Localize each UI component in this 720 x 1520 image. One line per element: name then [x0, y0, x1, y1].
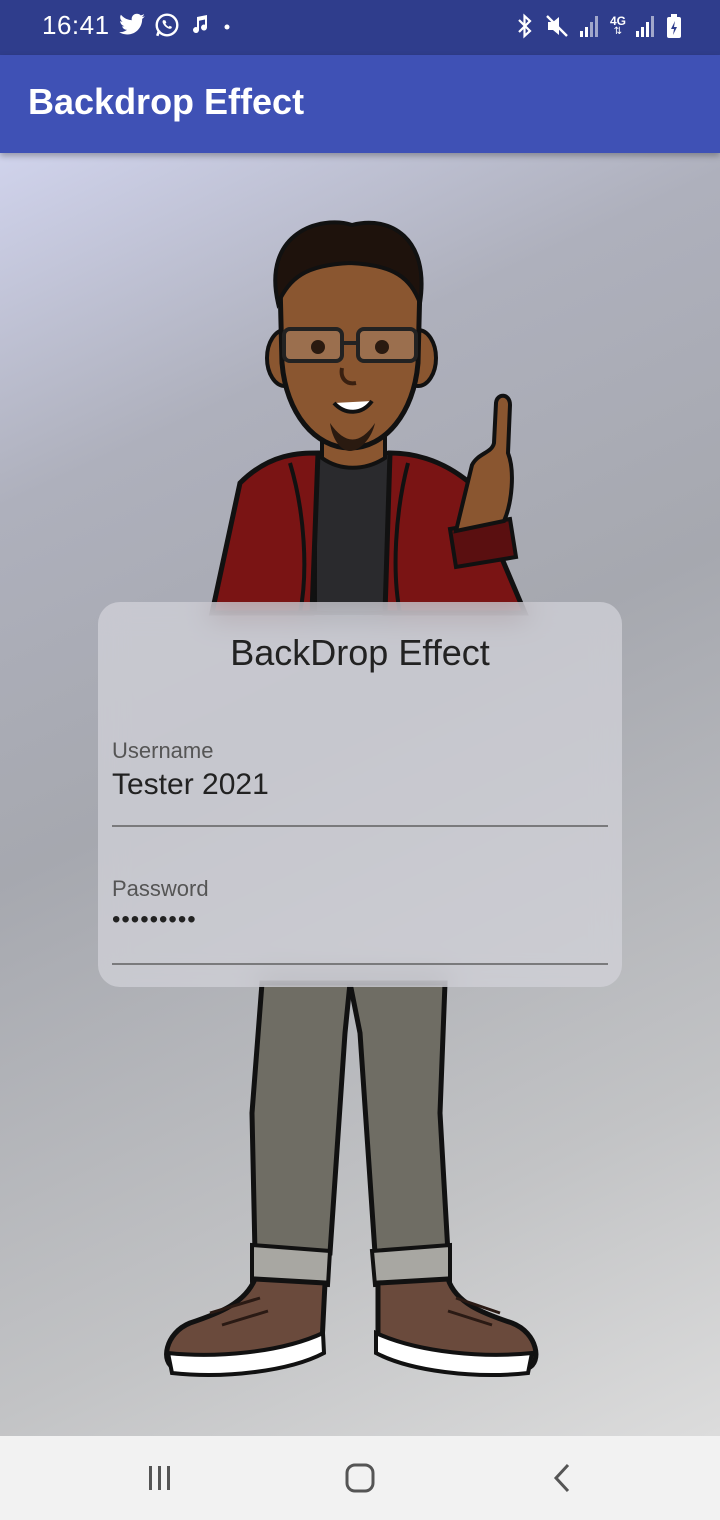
password-underline	[112, 963, 608, 965]
username-input[interactable]: Tester 2021	[112, 768, 269, 802]
password-label: Password	[112, 876, 209, 901]
password-input[interactable]: •••••••••	[112, 906, 197, 934]
status-bar: 16:41 4G ⇅	[0, 0, 720, 55]
username-underline	[112, 825, 608, 827]
content-area: BackDrop Effect Username Tester 2021 Pas…	[0, 153, 720, 1436]
bluetooth-icon	[518, 13, 532, 39]
music-icon	[193, 15, 208, 34]
network-type-icon: 4G ⇅	[610, 15, 626, 37]
login-card: BackDrop Effect Username Tester 2021 Pas…	[98, 602, 622, 987]
status-right-icons: 4G ⇅	[515, 13, 682, 39]
card-title: BackDrop Effect	[230, 632, 490, 673]
app-title: Backdrop Effect	[28, 81, 305, 122]
recent-apps-button[interactable]	[130, 1458, 190, 1498]
twitter-icon	[119, 13, 145, 35]
navigation-bar	[0, 1436, 720, 1520]
dot-icon	[224, 24, 230, 30]
status-time: 16:41	[42, 10, 110, 40]
signal-icon	[636, 16, 654, 37]
data-arrows-icon: ⇅	[613, 26, 623, 37]
home-icon	[345, 1463, 375, 1493]
signal-icon	[579, 16, 598, 37]
whatsapp-icon	[155, 13, 179, 37]
app-bar: Backdrop Effect	[0, 55, 720, 153]
back-icon	[553, 1463, 570, 1493]
back-button[interactable]	[532, 1458, 592, 1498]
home-button[interactable]	[330, 1458, 390, 1498]
recent-apps-icon	[149, 1466, 170, 1490]
battery-icon	[667, 14, 681, 38]
username-label: Username	[112, 738, 214, 763]
status-left-icons	[118, 12, 234, 38]
mute-icon	[546, 15, 568, 37]
